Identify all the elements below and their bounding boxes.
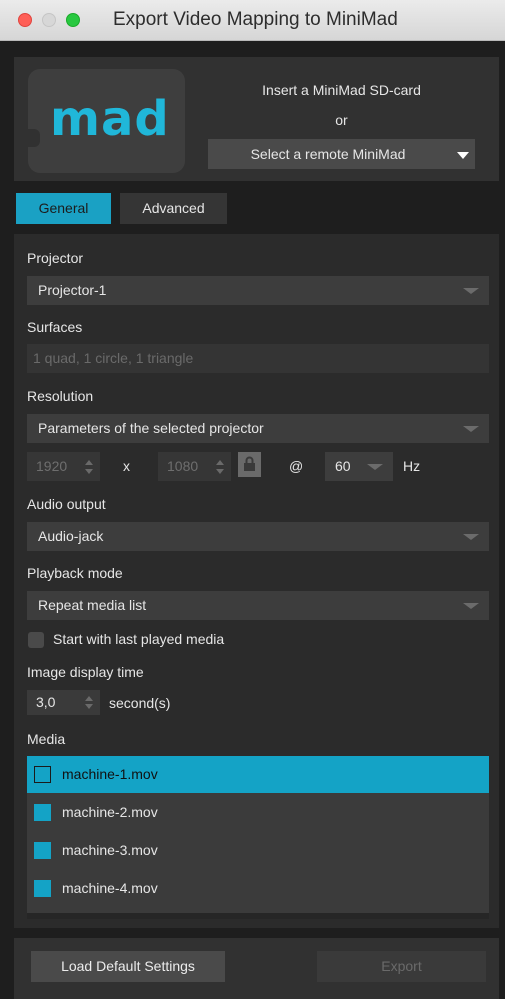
sd-card-icon: mad xyxy=(28,69,185,173)
refresh-rate-select[interactable]: 60 xyxy=(325,452,393,481)
remote-minimad-select[interactable]: Select a remote MiniMad xyxy=(208,139,475,169)
or-text: or xyxy=(335,112,348,128)
image-display-time-unit: second(s) xyxy=(109,695,171,711)
media-name: machine-1.mov xyxy=(62,766,158,782)
playback-mode-select[interactable]: Repeat media list xyxy=(27,591,489,620)
media-checkbox[interactable] xyxy=(34,842,51,859)
title-bar: Export Video Mapping to MiniMad xyxy=(0,0,505,41)
media-checkbox[interactable] xyxy=(34,804,51,821)
media-list-item[interactable]: machine-2.mov xyxy=(27,794,489,831)
media-list-item[interactable]: machine-4.mov xyxy=(27,870,489,907)
playback-mode-label: Playback mode xyxy=(27,565,123,581)
surfaces-label: Surfaces xyxy=(27,319,83,335)
media-label: Media xyxy=(27,731,66,747)
lock-aspect-button[interactable] xyxy=(238,452,261,477)
hz-label: Hz xyxy=(403,458,421,474)
resolution-height-value: 1080 xyxy=(167,458,199,474)
stepper-up-icon[interactable] xyxy=(85,696,93,701)
audio-output-select[interactable]: Audio-jack xyxy=(27,522,489,551)
lock-icon xyxy=(244,456,255,471)
start-last-played-checkbox[interactable] xyxy=(28,632,44,648)
chevron-down-icon xyxy=(463,288,479,294)
media-name: machine-2.mov xyxy=(62,804,158,820)
tab-general[interactable]: General xyxy=(16,193,111,224)
audio-output-label: Audio output xyxy=(27,496,106,512)
zoom-window-button[interactable] xyxy=(66,13,80,27)
minimize-window-button[interactable] xyxy=(42,13,56,27)
resolution-height-stepper[interactable]: 1080 xyxy=(158,452,231,481)
export-window: Export Video Mapping to MiniMad mad Inse… xyxy=(0,0,505,999)
insert-sd-card-text: Insert a MiniMad SD-card xyxy=(262,82,421,98)
remote-minimad-select-label: Select a remote MiniMad xyxy=(250,146,406,162)
resolution-x-symbol: x xyxy=(123,458,130,474)
image-display-time-label: Image display time xyxy=(27,664,144,680)
surfaces-field: 1 quad, 1 circle, 1 triangle xyxy=(27,344,489,373)
chevron-down-icon xyxy=(463,534,479,540)
resolution-width-value: 1920 xyxy=(36,458,68,474)
surfaces-value: 1 quad, 1 circle, 1 triangle xyxy=(33,350,194,366)
resolution-at-symbol: @ xyxy=(289,458,304,474)
general-settings-panel: Projector Projector-1 Surfaces 1 quad, 1… xyxy=(14,234,499,928)
image-display-time-stepper[interactable]: 3,0 xyxy=(27,690,100,715)
footer-bar: Load Default Settings Export xyxy=(14,938,499,999)
chevron-down-icon xyxy=(463,426,479,432)
media-name: machine-4.mov xyxy=(62,880,158,896)
media-checkbox[interactable] xyxy=(34,880,51,897)
resolution-label: Resolution xyxy=(27,388,94,404)
projector-label: Projector xyxy=(27,250,84,266)
media-list-item[interactable]: machine-3.mov xyxy=(27,832,489,869)
stepper-up-icon[interactable] xyxy=(85,460,93,465)
window-title: Export Video Mapping to MiniMad xyxy=(113,9,398,30)
media-list-item[interactable]: machine-1.mov xyxy=(27,756,489,793)
stepper-up-icon[interactable] xyxy=(216,460,224,465)
media-checkbox[interactable] xyxy=(34,766,51,783)
sd-card-notch xyxy=(28,129,40,147)
mad-logo: mad xyxy=(50,91,170,147)
load-default-settings-button[interactable]: Load Default Settings xyxy=(31,951,225,982)
projector-select[interactable]: Projector-1 xyxy=(27,276,489,305)
playback-mode-value: Repeat media list xyxy=(38,597,147,613)
stepper-down-icon[interactable] xyxy=(216,469,224,474)
media-name: machine-3.mov xyxy=(62,842,158,858)
close-window-button[interactable] xyxy=(18,13,32,27)
chevron-down-icon xyxy=(367,464,383,470)
destination-panel: mad Insert a MiniMad SD-card or Select a… xyxy=(14,57,499,181)
resolution-value: Parameters of the selected projector xyxy=(38,420,264,436)
chevron-down-icon xyxy=(457,152,469,159)
stepper-down-icon[interactable] xyxy=(85,704,93,709)
resolution-select[interactable]: Parameters of the selected projector xyxy=(27,414,489,443)
image-display-time-value: 3,0 xyxy=(36,694,56,710)
start-last-played-label: Start with last played media xyxy=(53,631,225,647)
stepper-down-icon[interactable] xyxy=(85,469,93,474)
refresh-rate-value: 60 xyxy=(335,458,351,474)
projector-value: Projector-1 xyxy=(38,282,107,298)
media-list: machine-1.mov machine-2.mov machine-3.mo… xyxy=(27,756,489,919)
tab-advanced[interactable]: Advanced xyxy=(120,193,227,224)
chevron-down-icon xyxy=(463,603,479,609)
audio-output-value: Audio-jack xyxy=(38,528,104,544)
export-button[interactable]: Export xyxy=(317,951,486,982)
resolution-width-stepper[interactable]: 1920 xyxy=(27,452,100,481)
